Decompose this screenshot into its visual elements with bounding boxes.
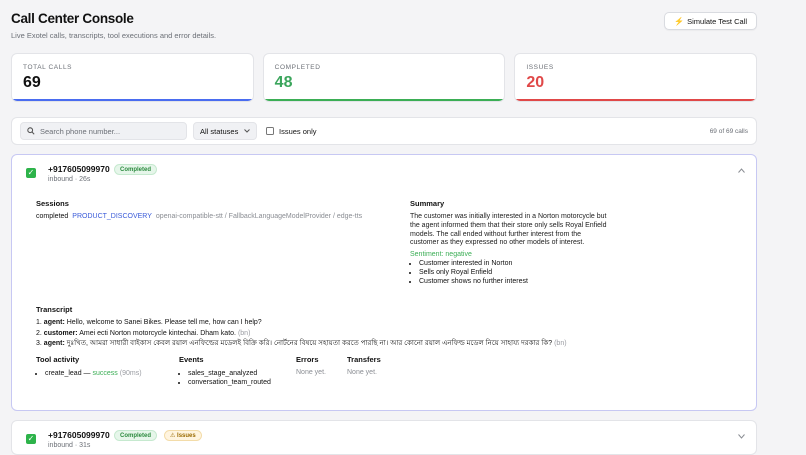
lightning-icon: ⚡ bbox=[674, 16, 685, 26]
transcript-line: 1. agent: Hello, welcome to Sanei Bikes.… bbox=[36, 318, 736, 327]
call-phone: +917605099970 bbox=[48, 430, 110, 440]
stat-completed: COMPLETED 48 bbox=[262, 53, 506, 102]
page-title: Call Center Console bbox=[11, 11, 134, 26]
errors-value: None yet. bbox=[296, 369, 326, 376]
tool-list: create_lead — success (90ms) bbox=[36, 369, 142, 378]
filter-bar: All statuses Issues only 69 of 69 calls bbox=[11, 117, 757, 145]
list-item: Customer interested in Norton bbox=[419, 259, 610, 268]
stat-value: 20 bbox=[526, 74, 545, 91]
tool-dash: — bbox=[83, 370, 91, 377]
call-card-header[interactable]: ✓ +917605099970 Completed inbound · 26s bbox=[12, 155, 756, 191]
call-phone: +917605099970 bbox=[48, 164, 110, 174]
list-item: conversation_team_routed bbox=[188, 378, 271, 387]
session-providers: openai-compatible-stt / FallbackLanguage… bbox=[155, 213, 363, 220]
list-item: sales_stage_analyzed bbox=[188, 369, 271, 378]
list-item: Sells only Royal Enfield bbox=[419, 268, 610, 277]
summary-points: Customer interested in Norton Sells only… bbox=[410, 259, 610, 286]
chevron-down-icon[interactable] bbox=[738, 434, 745, 439]
status-select[interactable]: All statuses bbox=[193, 122, 257, 140]
events-section: Events sales_stage_analyzed conversation… bbox=[179, 355, 271, 387]
transcript-line: 2. customer: Amei ecti Norton motorcycle… bbox=[36, 329, 736, 338]
status-badge: Completed bbox=[114, 164, 158, 175]
session-row: completed PRODUCT_DISCOVERY openai-compati… bbox=[36, 213, 362, 220]
stat-total-calls: TOTAL CALLS 69 bbox=[11, 53, 254, 102]
sessions-title: Sessions bbox=[36, 199, 69, 208]
simulate-label: Simulate Test Call bbox=[687, 16, 747, 26]
sentiment-label: Sentiment: negative bbox=[410, 251, 472, 259]
check-icon: ✓ bbox=[26, 168, 36, 178]
search-icon bbox=[27, 127, 35, 135]
summary-text: The customer was initially interested in… bbox=[410, 213, 607, 247]
summary-title: Summary bbox=[410, 199, 445, 208]
utterance: Hello, welcome to Sanei Bikes. Please te… bbox=[66, 319, 262, 326]
search-box[interactable] bbox=[20, 122, 187, 140]
session-status: completed bbox=[36, 213, 69, 220]
issues-badge: ⚠ Issues bbox=[164, 430, 202, 441]
tool-duration: (90ms) bbox=[119, 370, 142, 377]
status-badge: Completed bbox=[114, 430, 158, 441]
simulate-test-call-button[interactable]: ⚡ Simulate Test Call bbox=[664, 12, 757, 30]
errors-section: Errors None yet. bbox=[296, 355, 326, 376]
utterance: Amei ecti Norton motorcycle kintechai. D… bbox=[79, 329, 236, 337]
tool-result: success bbox=[92, 370, 118, 377]
call-meta: inbound · 26s bbox=[48, 176, 91, 183]
stat-accent-bar bbox=[12, 99, 253, 101]
session-stage: PRODUCT_DISCOVERY bbox=[72, 213, 152, 220]
call-meta: inbound · 31s bbox=[48, 442, 91, 449]
call-card-expanded: ✓ +917605099970 Completed inbound · 26s … bbox=[11, 154, 757, 411]
transfers-title: Transfers bbox=[347, 355, 381, 364]
speaker: agent: bbox=[43, 319, 65, 326]
tool-activity-section: Tool activity create_lead — success (90m… bbox=[36, 355, 142, 378]
stats-row: TOTAL CALLS 69 COMPLETED 48 ISSUES 20 bbox=[11, 53, 758, 102]
language-tag: (bn) bbox=[237, 329, 251, 337]
issues-only-checkbox[interactable] bbox=[266, 127, 274, 135]
tool-name: create_lead bbox=[45, 370, 82, 377]
language-tag: (bn) bbox=[554, 340, 567, 347]
page-subtitle: Live Exotel calls, transcripts, tool exe… bbox=[11, 31, 217, 40]
check-icon: ✓ bbox=[26, 434, 36, 444]
call-count: 69 of 69 calls bbox=[709, 127, 748, 135]
transfers-section: Transfers None yet. bbox=[347, 355, 381, 376]
events-list: sales_stage_analyzed conversation_team_r… bbox=[179, 369, 271, 387]
line-number: 1. bbox=[36, 319, 42, 326]
stat-label: COMPLETED bbox=[274, 64, 321, 71]
transfers-value: None yet. bbox=[347, 369, 377, 376]
events-title: Events bbox=[179, 355, 204, 364]
chevron-down-icon bbox=[244, 129, 250, 133]
summary-section: Summary The customer was initially inter… bbox=[410, 199, 610, 286]
stat-accent-bar bbox=[515, 99, 757, 101]
transcript-section: Transcript 1. agent: Hello, welcome to S… bbox=[36, 305, 736, 348]
issues-only-label: Issues only bbox=[279, 126, 317, 136]
tool-activity-title: Tool activity bbox=[36, 355, 80, 364]
stat-label: ISSUES bbox=[526, 64, 554, 71]
stat-accent-bar bbox=[263, 99, 505, 101]
list-item: Customer shows no further interest bbox=[419, 277, 610, 286]
utterance: দুঃখিত, আমরা সাধারী বাইকাস কেবল রয়াল এন… bbox=[66, 340, 553, 347]
line-number: 2. bbox=[36, 329, 42, 337]
stat-value: 69 bbox=[23, 74, 41, 91]
sessions-section: Sessions completed PRODUCT_DISCOVERY opena… bbox=[36, 199, 362, 220]
transcript-line: 3. agent: দুঃখিত, আমরা সাধারী বাইকাস কেব… bbox=[36, 339, 736, 348]
errors-title: Errors bbox=[296, 355, 319, 364]
search-input[interactable] bbox=[40, 126, 170, 136]
call-card-header[interactable]: ✓ +917605099970 Completed ⚠ Issues inbou… bbox=[12, 421, 756, 455]
speaker: agent: bbox=[43, 340, 65, 347]
line-number: 3. bbox=[36, 340, 42, 347]
speaker: customer: bbox=[43, 329, 78, 337]
stat-issues: ISSUES 20 bbox=[514, 53, 758, 102]
transcript-title: Transcript bbox=[36, 305, 73, 314]
stat-label: TOTAL CALLS bbox=[23, 64, 73, 71]
chevron-up-icon[interactable] bbox=[738, 168, 745, 173]
status-select-value: All statuses bbox=[200, 126, 239, 136]
call-card-collapsed: ✓ +917605099970 Completed ⚠ Issues inbou… bbox=[11, 420, 757, 455]
stat-value: 48 bbox=[274, 74, 293, 91]
page-header: Call Center Console Live Exotel calls, t… bbox=[11, 11, 758, 40]
tool-item: create_lead — success (90ms) bbox=[45, 369, 142, 378]
issues-only-toggle[interactable]: Issues only bbox=[266, 127, 317, 136]
